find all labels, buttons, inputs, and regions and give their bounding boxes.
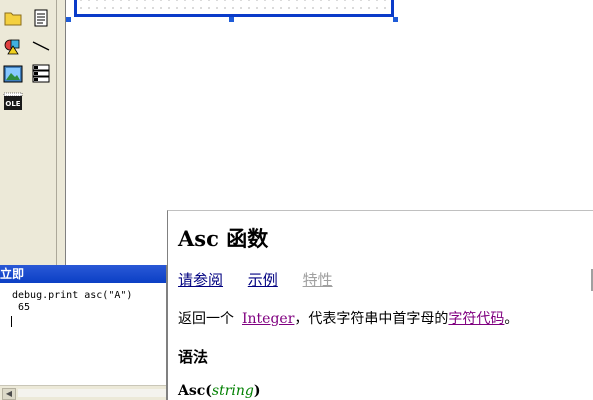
resize-handle[interactable] — [66, 17, 71, 22]
ole-icon[interactable]: OLE — [2, 91, 24, 113]
document-icon[interactable] — [30, 7, 52, 29]
help-title: Asc 函数 — [178, 226, 269, 251]
text-caret — [11, 316, 12, 327]
syntax-line: Asc(string) — [178, 383, 261, 399]
resize-handle[interactable] — [229, 17, 234, 22]
immediate-line: 65 — [12, 302, 31, 313]
syntax-func: Asc( — [178, 383, 212, 399]
scroll-track[interactable] — [18, 389, 166, 397]
syntax-heading: 语法 — [178, 348, 209, 366]
immediate-title-bar: 立即 — [0, 265, 166, 283]
shapes-icon[interactable] — [2, 36, 24, 58]
line-icon[interactable] — [30, 36, 52, 58]
resize-handle[interactable] — [393, 17, 398, 22]
see-also-link[interactable]: 请参阅 — [178, 271, 223, 289]
immediate-line: debug.print asc("A") — [12, 290, 133, 301]
multipage-icon[interactable] — [30, 63, 52, 85]
image-icon[interactable] — [2, 63, 24, 85]
help-pane: Asc 函数 请参阅 示例 特性 返回一个 Integer，代表字符串中首字母的字… — [167, 210, 593, 400]
desc-middle: ，代表字符串中首字母的 — [294, 311, 449, 327]
integer-link[interactable]: Integer — [242, 311, 294, 327]
immediate-code[interactable]: debug.print asc("A") 65 — [0, 283, 166, 314]
help-description: 返回一个 Integer，代表字符串中首字母的字符代码。 — [178, 308, 518, 328]
help-links: 请参阅 示例 特性 — [178, 269, 353, 290]
desc-suffix: 。 — [504, 311, 519, 327]
toolbox: OLE — [0, 0, 57, 265]
example-link[interactable]: 示例 — [248, 271, 278, 289]
ole-label: OLE — [5, 100, 20, 108]
desc-prefix: 返回一个 — [178, 311, 234, 327]
designer-splitter[interactable] — [57, 0, 66, 265]
scroll-left-arrow-icon[interactable]: ◀ — [2, 388, 16, 400]
syntax-param: string — [211, 383, 254, 399]
folder-icon[interactable] — [2, 7, 24, 29]
syntax-close: ) — [253, 383, 261, 399]
char-code-link[interactable]: 字符代码 — [448, 311, 504, 327]
horizontal-scrollbar[interactable]: ◀ — [0, 385, 166, 400]
properties-link[interactable]: 特性 — [303, 271, 333, 289]
immediate-window[interactable]: 立即 debug.print asc("A") 65 ◀ — [0, 265, 167, 400]
selected-control[interactable] — [74, 0, 394, 17]
